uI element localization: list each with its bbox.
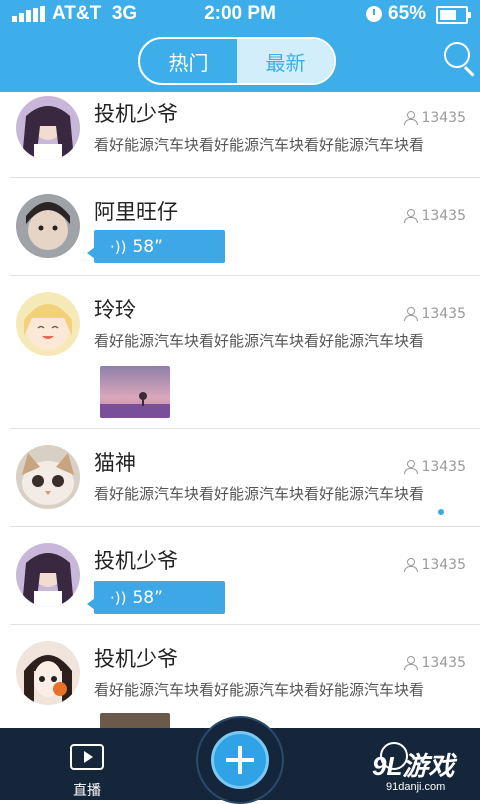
- avatar[interactable]: [16, 445, 80, 509]
- user-name[interactable]: 猫神: [94, 447, 136, 477]
- tab-hot[interactable]: 热门: [140, 39, 237, 83]
- post-text: 看好能源汽车块看好能源汽车块看好能源汽车块看: [94, 485, 425, 503]
- clock-icon: [366, 6, 382, 22]
- avatar[interactable]: [16, 292, 80, 356]
- user-name[interactable]: 投机少爷: [94, 643, 178, 673]
- user-icon: [404, 460, 419, 474]
- feed-item[interactable]: 猫神 13435 看好能源汽车块看好能源汽车块看好能源汽车块看: [0, 429, 480, 527]
- feed-item[interactable]: 投机少爷 13435 ·)) 58”: [0, 527, 480, 625]
- user-icon: [404, 209, 419, 223]
- app-header: 热门 最新: [0, 28, 480, 92]
- user-icon: [404, 307, 419, 321]
- search-icon[interactable]: [444, 42, 475, 77]
- post-image[interactable]: [100, 366, 170, 418]
- compose-button[interactable]: [211, 731, 269, 789]
- user-name[interactable]: 投机少爷: [94, 98, 178, 128]
- user-icon: [404, 111, 419, 125]
- feed-item[interactable]: 玲玲 13435 看好能源汽车块看好能源汽车块看好能源汽车块看: [0, 276, 480, 429]
- sound-wave-icon: ·)): [110, 237, 127, 256]
- view-count: 13435: [404, 306, 466, 322]
- post-image[interactable]: [100, 713, 170, 728]
- voice-message-button[interactable]: ·)) 58”: [87, 230, 225, 263]
- feed-list[interactable]: 投机少爷 13435 看好能源汽车块看好能源汽车块看好能源汽车块看 阿里旺仔 1…: [0, 92, 480, 728]
- feed-item[interactable]: 投机少爷 13435 看好能源汽车块看好能源汽车块看好能源汽车块看: [0, 92, 480, 178]
- status-bar: AT&T 3G 2:00 PM 65%: [0, 0, 480, 28]
- feed-item[interactable]: 阿里旺仔 13435 ·)) 58”: [0, 178, 480, 276]
- user-name[interactable]: 玲玲: [94, 294, 136, 324]
- feed-item[interactable]: 投机少爷 13435 看好能源汽车块看好能源汽车块看好能源汽车块看: [0, 625, 480, 728]
- tv-play-icon[interactable]: [70, 744, 104, 770]
- view-count: 13435: [404, 459, 466, 475]
- view-count: 13435: [404, 655, 466, 671]
- user-icon: [404, 656, 419, 670]
- voice-duration: 58”: [132, 587, 163, 608]
- battery-percent: 65%: [388, 3, 427, 24]
- avatar[interactable]: [16, 194, 80, 258]
- post-text: 看好能源汽车块看好能源汽车块看好能源汽车块看: [94, 681, 425, 699]
- view-count: 13435: [404, 557, 466, 573]
- view-count: 13435: [404, 110, 466, 126]
- user-name[interactable]: 投机少爷: [94, 545, 178, 575]
- scroll-indicator: [438, 509, 444, 515]
- nav-live-label[interactable]: 直播: [66, 780, 108, 800]
- avatar[interactable]: [16, 543, 80, 607]
- post-text: 看好能源汽车块看好能源汽车块看好能源汽车块看: [94, 136, 425, 154]
- avatar[interactable]: [16, 96, 80, 160]
- tab-switch: 热门 最新: [138, 37, 336, 85]
- sound-wave-icon: ·)): [110, 588, 127, 607]
- voice-message-button[interactable]: ·)) 58”: [87, 581, 225, 614]
- user-name[interactable]: 阿里旺仔: [94, 196, 178, 226]
- watermark-logo: 9L游戏 91danji.com: [372, 751, 455, 793]
- user-icon: [404, 558, 419, 572]
- voice-duration: 58”: [132, 236, 163, 257]
- avatar[interactable]: [16, 641, 80, 705]
- tab-latest[interactable]: 最新: [237, 39, 334, 83]
- view-count: 13435: [404, 208, 466, 224]
- post-text: 看好能源汽车块看好能源汽车块看好能源汽车块看: [94, 332, 425, 350]
- battery-icon: [436, 6, 471, 24]
